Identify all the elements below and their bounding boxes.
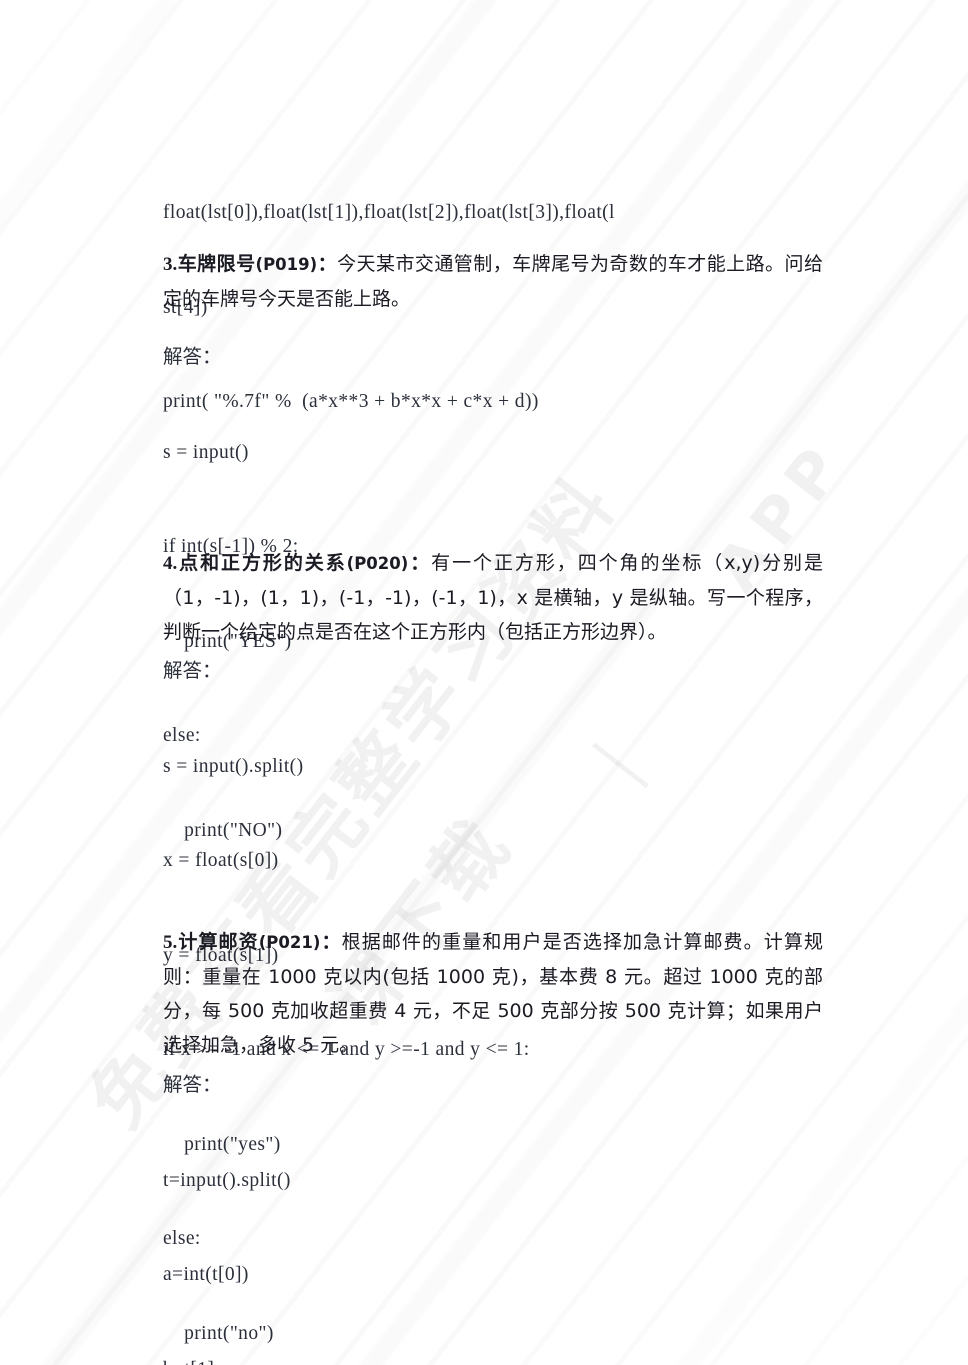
answer-label-5: 解答： <box>163 1075 222 1096</box>
code-line: b=t[1] <box>163 1354 823 1365</box>
problem-4-tag: (P020) <box>346 554 409 573</box>
code-line: t=input().split() <box>163 1169 291 1191</box>
answer-label-4: 解答： <box>163 661 222 682</box>
problem-5-tag: (P021) <box>258 933 321 952</box>
code-line: a=int(t[0]) <box>163 1264 249 1285</box>
problem-3-title: 车牌限号 <box>177 253 256 275</box>
answer-label-3: 解答： <box>163 347 222 368</box>
code-line: s = input() <box>163 441 249 463</box>
problem-4-number: 4. <box>163 553 178 574</box>
code-lines-5: t=input().split() a=int(t[0]) b=t[1] if … <box>163 1102 823 1365</box>
problem-5-title: 计算邮资 <box>177 931 259 953</box>
problem-3-heading: 3.车牌限号(P019)：今天某市交通管制，车牌尾号为奇数的车才能上路。问给定的… <box>163 247 823 316</box>
problem-4-heading: 4.点和正方形的关系(P020)：有一个正方形，四个角的坐标（x,y)分别是（1… <box>163 546 823 649</box>
problem-4-text: 4.点和正方形的关系(P020)：有一个正方形，四个角的坐标（x,y)分别是（1… <box>163 546 823 649</box>
problem-5-text: 5.计算邮资(P021)：根据邮件的重量和用户是否选择加急计算邮费。计算规则：重… <box>163 925 823 1062</box>
problem-5-number: 5. <box>163 932 178 953</box>
code-line: x = float(s[0]) <box>163 850 279 871</box>
problem-3-number: 3. <box>163 254 178 275</box>
problem-4-title: 点和正方形的关系 <box>177 552 347 574</box>
code-line: float(lst[0]),float(lst[1]),float(lst[2]… <box>163 202 615 223</box>
code-line: s = input().split() <box>163 755 304 777</box>
problem-3-text: 3.车牌限号(P019)：今天某市交通管制，车牌尾号为奇数的车才能上路。问给定的… <box>163 247 823 316</box>
problem-4-colon: ： <box>408 552 432 574</box>
problem-5-heading: 5.计算邮资(P021)：根据邮件的重量和用户是否选择加急计算邮费。计算规则：重… <box>163 925 823 1062</box>
problem-3-colon: ： <box>317 253 338 275</box>
problem-3-tag: (P019) <box>255 255 318 274</box>
problem-5-answer: 解答： t=input().split() a=int(t[0]) b=t[1]… <box>163 1070 823 1365</box>
problem-5-colon: ： <box>320 931 342 953</box>
document-page: 免费查看完整学习资料 课下载 ｜ APP float(lst[0]),float… <box>0 0 968 1365</box>
